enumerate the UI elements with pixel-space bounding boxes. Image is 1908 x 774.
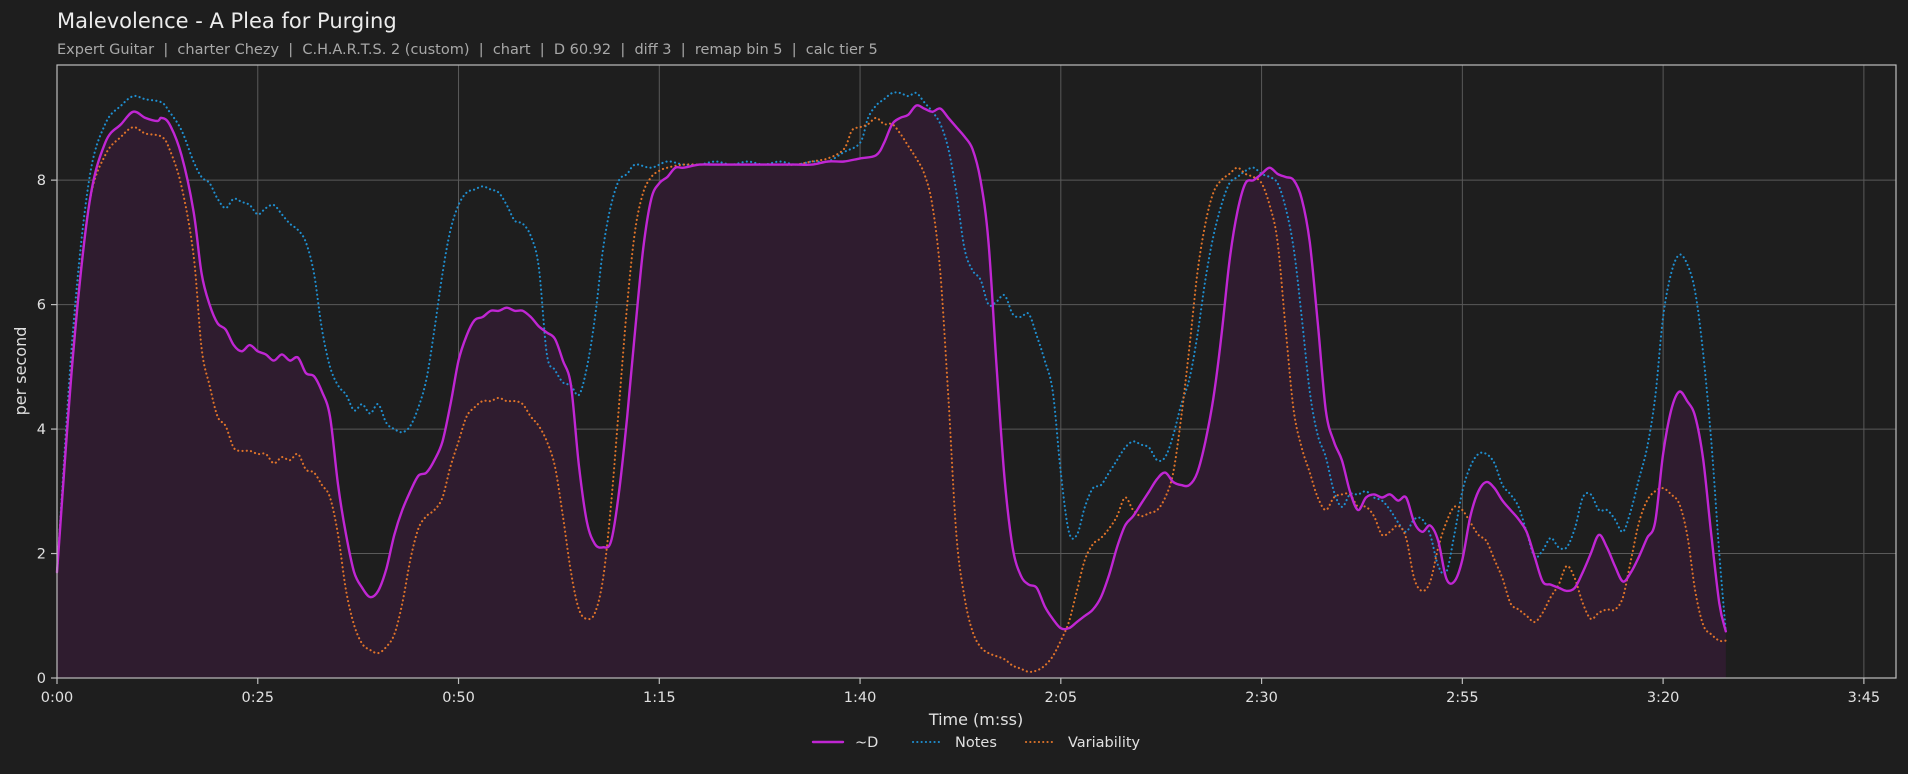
x-tick-label: 2:05 xyxy=(1045,690,1078,706)
legend-label: Notes xyxy=(955,735,997,751)
area-fill xyxy=(57,105,1726,679)
y-tick-label: 4 xyxy=(37,422,46,438)
x-tick-label: 0:25 xyxy=(241,690,274,706)
y-tick-label: 8 xyxy=(37,173,46,189)
y-axis-ticks: 0 2 4 6 8 xyxy=(37,173,57,687)
x-tick-label: 0:50 xyxy=(442,690,475,706)
x-tick-label: 2:55 xyxy=(1446,690,1479,706)
chart-root: Malevolence - A Plea for Purging Expert … xyxy=(0,0,1908,774)
x-tick-label: 3:20 xyxy=(1647,690,1680,706)
y-tick-label: 2 xyxy=(37,547,46,563)
chart-subtitle: Expert Guitar | charter Chezy | C.H.A.R.… xyxy=(57,42,878,58)
y-tick-label: 0 xyxy=(37,671,46,687)
x-tick-label: 0:00 xyxy=(41,690,74,706)
chart-figure: Malevolence - A Plea for Purging Expert … xyxy=(11,9,1897,751)
y-axis-label: per second xyxy=(11,327,30,416)
legend: ~D Notes Variability xyxy=(811,735,1141,751)
x-tick-label: 2:30 xyxy=(1245,690,1278,706)
y-tick-label: 6 xyxy=(37,298,46,314)
legend-label: Variability xyxy=(1068,735,1141,751)
legend-label: ~D xyxy=(855,735,878,751)
chart-title: Malevolence - A Plea for Purging xyxy=(57,9,397,33)
x-tick-label: 3:45 xyxy=(1848,690,1881,706)
d-area xyxy=(57,105,1726,679)
x-tick-label: 1:15 xyxy=(643,690,676,706)
x-axis-label: Time (m:ss) xyxy=(928,710,1023,729)
x-tick-label: 1:40 xyxy=(844,690,877,706)
x-axis-ticks: 0:00 0:25 0:50 1:15 1:40 2:05 2:30 2:55 3:20 3:45 xyxy=(41,678,1880,706)
